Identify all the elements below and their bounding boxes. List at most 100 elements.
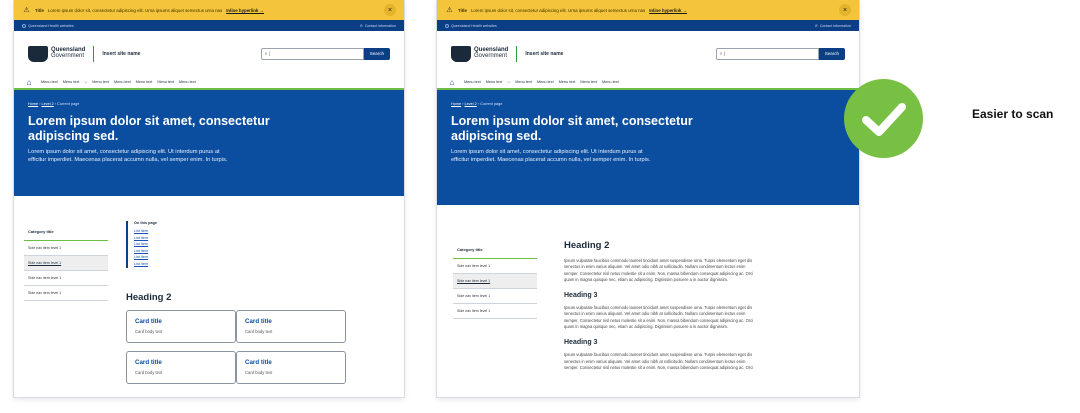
phone-icon: ✆ [814,23,818,28]
chevron-down-icon[interactable]: ⌵ [507,80,510,84]
hero-intro: Lorem ipsum dolor sit amet, consectetur … [451,149,651,163]
on-this-page-title: On this page [134,221,157,225]
card[interactable]: Card title Card body text [126,351,236,384]
nav-item[interactable]: Menu text [515,80,532,84]
check-badge [844,79,923,158]
health-websites-link[interactable]: Queensland Health websites [28,24,74,28]
search-icon: ⌕ [264,51,268,56]
alert-text: Lorem ipsum dolor sit, consectetur adipi… [470,7,646,13]
side-nav-item[interactable]: Side nav item level 1 [453,259,537,274]
search-icon: ⌕ [719,51,723,56]
alert-text: Lorem ipsum dolor sit, consectetur adipi… [47,7,223,13]
heading-2: Heading 2 [126,292,172,303]
paragraph: Ipsum vulputate faucibus commodo laoreet… [564,305,754,330]
nav-item[interactable]: Menu text [602,80,619,84]
card[interactable]: Card title Card body text [126,310,236,343]
checkmark-icon [862,103,906,136]
breadcrumb: Home › Level 2 › Current page [451,102,503,106]
alert-link[interactable]: Inline hyperlink → [649,8,687,13]
nav-item[interactable]: Menu text [92,80,109,84]
chevron-down-icon[interactable]: ⌵ [84,80,87,84]
alert-banner: ⚠ Title Lorem ipsum dolor sit, consectet… [14,0,404,20]
annotation-label: Easier to scan [972,107,1054,121]
hero-banner: Home › Level 2 › Current page Lorem ipsu… [437,90,859,205]
heading-3: Heading 3 [564,339,598,347]
search-button[interactable]: Search [818,47,845,60]
search-input[interactable]: ⌕ | [715,47,819,60]
side-nav-item[interactable]: Side nav item level 1 [24,271,108,286]
side-nav-title[interactable]: Category title [24,222,108,241]
search-input[interactable]: ⌕ | [260,47,364,60]
close-icon[interactable]: × [384,4,396,16]
side-nav-item-active[interactable]: Side nav item level 1 [24,256,108,271]
globe-icon [445,23,449,28]
alert-link[interactable]: Inline hyperlink → [226,8,264,13]
nav-item[interactable]: Menu text [136,80,153,84]
heading-3: Heading 3 [564,292,598,300]
side-nav-item[interactable]: Side nav item level 1 [24,286,108,301]
paragraph: Ipsum vulputate faucibus commodo laoreet… [564,258,754,282]
main-nav: ⌂ Menu text Menu text ⌵ Menu text Menu t… [437,76,859,90]
breadcrumb: Home › Level 2 › Current page [28,102,80,106]
side-nav-item[interactable]: Side nav item level 1 [24,241,108,256]
card[interactable]: Card title Card body text [236,310,346,343]
otp-link[interactable]: List item [134,235,157,242]
site-name[interactable]: Insert site name [525,51,563,57]
nav-item[interactable]: Menu text [486,80,503,84]
main-content: Heading 2 Ipsum vulputate faucibus commo… [564,240,816,371]
nav-item[interactable]: Menu text [464,80,481,84]
nav-item[interactable]: Menu text [41,80,58,84]
side-nav: Category title Side nav item level 1 Sid… [453,240,537,319]
side-nav-item[interactable]: Side nav item level 1 [453,304,537,319]
otp-link[interactable]: List item [134,228,157,235]
paragraph: Ipsum vulputate faucibus commodo laoreet… [564,352,754,370]
search: ⌕ | Search [715,47,845,60]
alert-title: Title [35,7,44,13]
nav-item[interactable]: Menu text [114,80,131,84]
crest-logo[interactable] [28,45,48,62]
mockup-after: ⚠ Title Lorem ipsum dolor sit, consectet… [437,0,859,397]
crest-logo[interactable] [451,45,471,62]
mockup-before: ⚠ Title Lorem ipsum dolor sit, consectet… [14,0,404,397]
side-nav-item[interactable]: Side nav item level 1 [453,289,537,304]
alert-banner: ⚠ Title Lorem ipsum dolor sit, consectet… [437,0,859,20]
nav-item[interactable]: Menu text [537,80,554,84]
nav-item[interactable]: Menu text [157,80,174,84]
alert-title: Title [458,7,467,13]
qld-wordmark: Queensland Government [474,46,509,59]
hero-intro: Lorem ipsum dolor sit amet, consectetur … [28,149,228,163]
divider [516,45,518,62]
top-bar: Queensland Health websites ✆ Contact info… [14,20,404,31]
nav-item[interactable]: Menu text [580,80,597,84]
contact-link[interactable]: Contact information [365,24,396,28]
nav-item[interactable]: Menu text [63,80,80,84]
nav-item[interactable]: Menu text [559,80,576,84]
otp-link[interactable]: List item [134,261,157,268]
close-icon[interactable]: × [839,4,851,16]
nav-item[interactable]: Menu text [179,80,196,84]
side-nav-title[interactable]: Category title [453,240,537,259]
globe-icon [22,23,26,28]
hero-banner: Home › Level 2 › Current page Lorem ipsu… [14,90,404,196]
home-icon[interactable]: ⌂ [24,78,34,87]
warning-icon: ⚠ [23,7,30,14]
contact-link[interactable]: Contact information [820,24,851,28]
site-header: Queensland Government Insert site name ⌕ |… [437,31,859,76]
otp-link[interactable]: List item [134,248,157,255]
otp-link[interactable]: List item [134,254,157,261]
heading-2: Heading 2 [564,240,610,251]
page-title: Lorem ipsum dolor sit amet, consectetur a… [28,114,270,143]
warning-icon: ⚠ [446,7,453,14]
site-name[interactable]: Insert site name [102,51,140,57]
otp-link[interactable]: List item [134,241,157,248]
home-icon[interactable]: ⌂ [447,78,457,87]
health-websites-link[interactable]: Queensland Health websites [451,24,497,28]
side-nav-item-active[interactable]: Side nav item level 1 [453,274,537,289]
page-title: Lorem ipsum dolor sit amet, consectetur a… [451,114,693,143]
search-button[interactable]: Search [363,47,390,60]
main-nav: ⌂ Menu text Menu text ⌵ Menu text Menu t… [14,76,404,90]
side-nav: Category title Side nav item level 1 Sid… [24,222,108,301]
qld-wordmark: Queensland Government [51,46,86,59]
card[interactable]: Card title Card body text [236,351,346,384]
top-bar: Queensland Health websites ✆ Contact info… [437,20,859,31]
